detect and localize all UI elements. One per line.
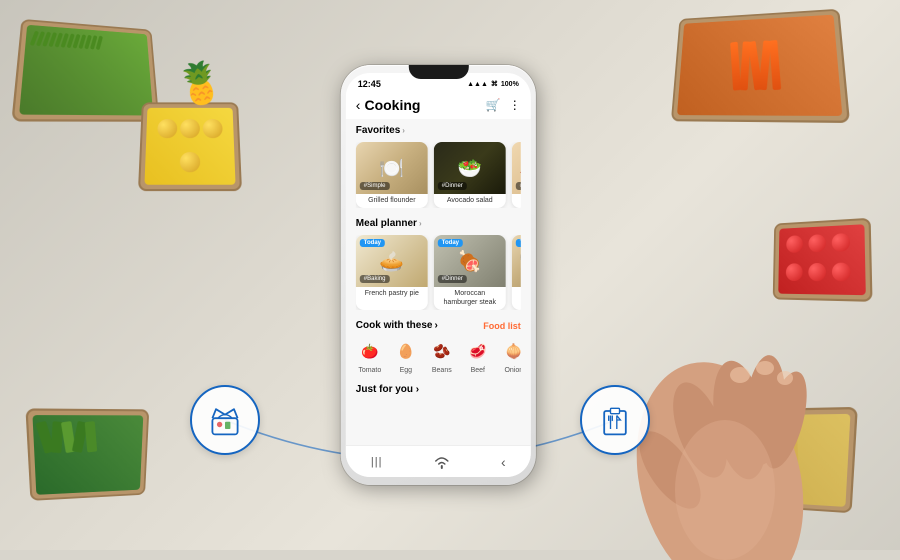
beans-label: Beans: [432, 367, 452, 374]
card-french2[interactable]: 🍽️ T Fren...: [512, 235, 521, 310]
french2-today-badge: T: [516, 239, 521, 247]
status-time: 12:45: [358, 79, 381, 89]
card-french2-label: Fren...: [512, 287, 521, 301]
phone-screen: 12:45 ▲▲▲ ⌘ 100% ‹ Cooking 🛒 ⋮: [346, 73, 531, 477]
beef-icon: 🥩: [464, 337, 492, 365]
meal-planner-section: Meal planner › 🥧 Today #Baking French pa…: [346, 212, 531, 314]
card-bacon-img: 🥓 #B: [512, 142, 521, 194]
meal-planner-header[interactable]: Meal planner ›: [356, 218, 521, 229]
moroccan-tag: #Dinner: [438, 275, 467, 283]
food-list-link[interactable]: Food list: [483, 321, 521, 331]
card-pastry-img: 🥧 Today #Baking: [356, 235, 428, 287]
signal-icon: ▲▲▲: [467, 81, 488, 88]
pastry-today-badge: Today: [360, 239, 385, 247]
favorites-chevron: ›: [402, 126, 405, 135]
just-for-you[interactable]: Just for you ›: [346, 378, 531, 399]
nav-wifi[interactable]: [433, 455, 451, 469]
ingredient-beef[interactable]: 🥩 Beef: [464, 337, 492, 374]
meal-planner-cards-row: 🥧 Today #Baking French pastry pie 🍖 Toda…: [356, 235, 521, 310]
meal-plan-icon[interactable]: [580, 385, 650, 455]
bottom-nav: ||| ‹: [346, 445, 531, 477]
more-icon[interactable]: ⋮: [509, 98, 521, 112]
card-bacon[interactable]: 🥓 #B Bac...: [512, 142, 521, 208]
onion-label: Onion: [504, 367, 520, 374]
pastry-tag: #Baking: [360, 275, 390, 283]
battery-icon: 100%: [501, 81, 519, 88]
card-avocado-label: Avocado salad: [434, 194, 506, 208]
crate-greens: [25, 408, 149, 500]
status-icons: ▲▲▲ ⌘ 100%: [467, 80, 519, 88]
tomato-label: Tomato: [358, 367, 381, 374]
nav-home[interactable]: |||: [371, 456, 383, 468]
ingredient-beans[interactable]: 🫘 Beans: [428, 337, 456, 374]
card-pastry-label: French pastry pie: [356, 287, 428, 301]
phone: 12:45 ▲▲▲ ⌘ 100% ‹ Cooking 🛒 ⋮: [341, 65, 536, 485]
egg-label: Egg: [400, 367, 412, 374]
card-flounder-tag: #Simple: [360, 182, 390, 190]
crate-yellow: [138, 102, 242, 191]
scroll-content: Favorites › 🍽️ #Simple Grilled flounder: [346, 119, 531, 468]
card-avocado[interactable]: 🥗 #Dinner Avocado salad: [434, 142, 506, 208]
app-title: Cooking: [364, 97, 420, 113]
grocery-basket-icon[interactable]: [190, 385, 260, 455]
tomato-icon: 🍅: [356, 337, 384, 365]
cart-icon[interactable]: 🛒: [486, 98, 501, 112]
card-moroccan-label: Moroccan hamburger steak: [434, 287, 506, 310]
card-bacon-tag: #B: [516, 182, 521, 190]
card-bacon-label: Bac...: [512, 194, 521, 208]
phone-shell: 12:45 ▲▲▲ ⌘ 100% ‹ Cooking 🛒 ⋮: [341, 65, 536, 485]
app-header: ‹ Cooking 🛒 ⋮: [346, 91, 531, 119]
cook-chevron: ›: [434, 320, 437, 331]
meal-planner-chevron: ›: [419, 219, 422, 228]
ingredient-egg[interactable]: 🥚 Egg: [392, 337, 420, 374]
card-french2-img: 🍽️ T: [512, 235, 521, 287]
header-left: ‹ Cooking: [356, 97, 421, 113]
card-flounder[interactable]: 🍽️ #Simple Grilled flounder: [356, 142, 428, 208]
meal-planner-label: Meal planner: [356, 218, 417, 229]
favorites-header[interactable]: Favorites ›: [356, 125, 521, 136]
card-moroccan-img: 🍖 Today #Dinner: [434, 235, 506, 287]
back-button[interactable]: ‹: [356, 97, 361, 113]
crate-beans: [11, 19, 159, 122]
pineapple-deco: 🍍: [171, 56, 228, 111]
header-right: 🛒 ⋮: [486, 98, 521, 112]
favorites-cards-row: 🍽️ #Simple Grilled flounder 🥗 #Dinner: [356, 142, 521, 208]
card-moroccan[interactable]: 🍖 Today #Dinner Moroccan hamburger steak: [434, 235, 506, 310]
wifi-status-icon: ⌘: [491, 80, 498, 88]
hand: [500, 150, 800, 550]
card-avocado-tag: #Dinner: [438, 182, 467, 190]
nav-back[interactable]: ‹: [501, 454, 506, 470]
moroccan-today-badge: Today: [438, 239, 463, 247]
cook-title[interactable]: Cook with these ›: [356, 320, 438, 331]
egg-icon: 🥚: [392, 337, 420, 365]
cook-header: Cook with these › Food list: [356, 320, 521, 331]
card-flounder-label: Grilled flounder: [356, 194, 428, 208]
favorites-section: Favorites › 🍽️ #Simple Grilled flounder: [346, 119, 531, 212]
ingredient-onion[interactable]: 🧅 Onion: [500, 337, 521, 374]
card-pastry[interactable]: 🥧 Today #Baking French pastry pie: [356, 235, 428, 310]
crate-carrots: [671, 9, 850, 123]
onion-icon: 🧅: [500, 337, 521, 365]
ingredients-row: 🍅 Tomato 🥚 Egg 🫘 Beans 🥩: [356, 337, 521, 374]
beans-icon: 🫘: [428, 337, 456, 365]
cook-section: Cook with these › Food list 🍅 Tomato 🥚 E…: [346, 314, 531, 378]
phone-notch: [408, 65, 468, 79]
beef-label: Beef: [471, 367, 485, 374]
favorites-label: Favorites: [356, 125, 400, 136]
ingredient-tomato[interactable]: 🍅 Tomato: [356, 337, 384, 374]
card-avocado-img: 🥗 #Dinner: [434, 142, 506, 194]
card-flounder-img: 🍽️ #Simple: [356, 142, 428, 194]
